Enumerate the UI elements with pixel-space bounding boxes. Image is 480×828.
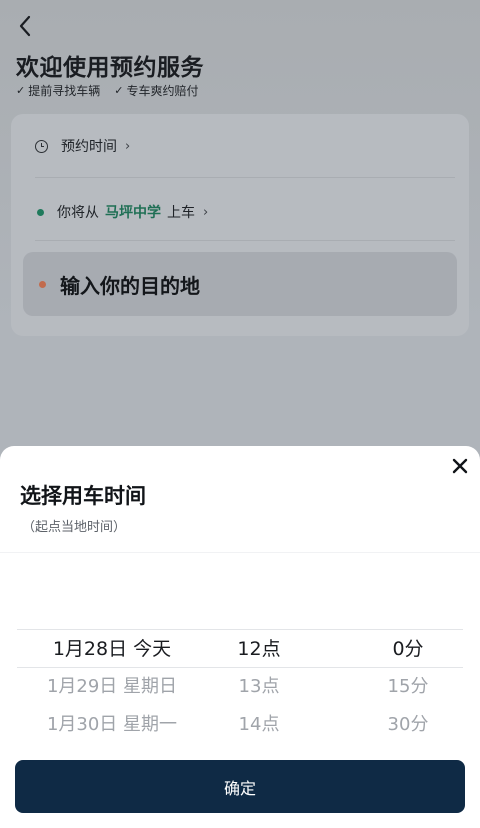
destination-placeholder: 输入你的目的地 xyxy=(60,273,200,298)
pickup-prefix: 你将从 xyxy=(57,205,99,221)
feature-tag: ✓ 专车爽约赔付 xyxy=(114,84,199,98)
check-icon: ✓ xyxy=(114,84,124,97)
reservation-time-row[interactable]: 预约时间 › xyxy=(35,134,455,158)
feature-tags: ✓ 提前寻找车辆 ✓ 专车爽约赔付 xyxy=(16,82,198,99)
pickup-suffix: 上车 xyxy=(167,205,195,221)
minute-option[interactable]: 30分 xyxy=(353,705,463,743)
time-picker: 1月28日 今天 1月29日 星期日 1月30日 星期一 12点 13点 14点… xyxy=(17,629,463,745)
divider xyxy=(35,240,455,241)
back-button[interactable] xyxy=(14,12,38,40)
confirm-button[interactable]: 确定 xyxy=(15,760,465,813)
pickup-dot-icon xyxy=(37,208,44,216)
minute-option-selected[interactable]: 0分 xyxy=(353,629,463,667)
back-arrow-icon xyxy=(19,15,31,37)
date-option-selected[interactable]: 1月28日 今天 xyxy=(17,629,207,667)
page-title: 欢迎使用预约服务 xyxy=(16,55,204,81)
date-wheel[interactable]: 1月28日 今天 1月29日 星期日 1月30日 星期一 xyxy=(17,629,207,743)
feature-tag: ✓ 提前寻找车辆 xyxy=(16,84,101,98)
check-icon: ✓ xyxy=(16,84,26,97)
sheet-subtitle: （起点当地时间） xyxy=(22,520,127,535)
pickup-place: 马坪中学 xyxy=(105,205,161,221)
destination-input[interactable]: 输入你的目的地 xyxy=(23,252,457,316)
minute-option[interactable]: 15分 xyxy=(353,667,463,705)
time-picker-sheet: 选择用车时间 （起点当地时间） 1月28日 今天 1月29日 星期日 1月30日… xyxy=(0,446,480,828)
close-icon xyxy=(452,458,468,474)
minute-wheel[interactable]: 0分 15分 30分 xyxy=(353,629,463,743)
hour-wheel[interactable]: 12点 13点 14点 xyxy=(205,629,313,743)
date-option[interactable]: 1月30日 星期一 xyxy=(17,705,207,743)
booking-card: 预约时间 › 你将从 马坪中学 上车 › 输入你的目的地 xyxy=(11,114,469,336)
chevron-right-icon: › xyxy=(125,138,131,154)
sheet-title: 选择用车时间 xyxy=(20,484,146,508)
chevron-right-icon: › xyxy=(203,204,209,220)
hour-option[interactable]: 14点 xyxy=(205,705,313,743)
close-button[interactable] xyxy=(450,456,470,476)
hour-option-selected[interactable]: 12点 xyxy=(205,629,313,667)
destination-dot-icon xyxy=(39,280,46,288)
divider xyxy=(35,177,455,178)
divider xyxy=(0,552,480,553)
picker-fade xyxy=(0,742,480,756)
hour-option[interactable]: 13点 xyxy=(205,667,313,705)
clock-icon xyxy=(35,139,48,153)
date-option[interactable]: 1月29日 星期日 xyxy=(17,667,207,705)
pickup-row[interactable]: 你将从 马坪中学 上车 › xyxy=(35,200,455,224)
reservation-time-label: 预约时间 xyxy=(61,139,117,155)
